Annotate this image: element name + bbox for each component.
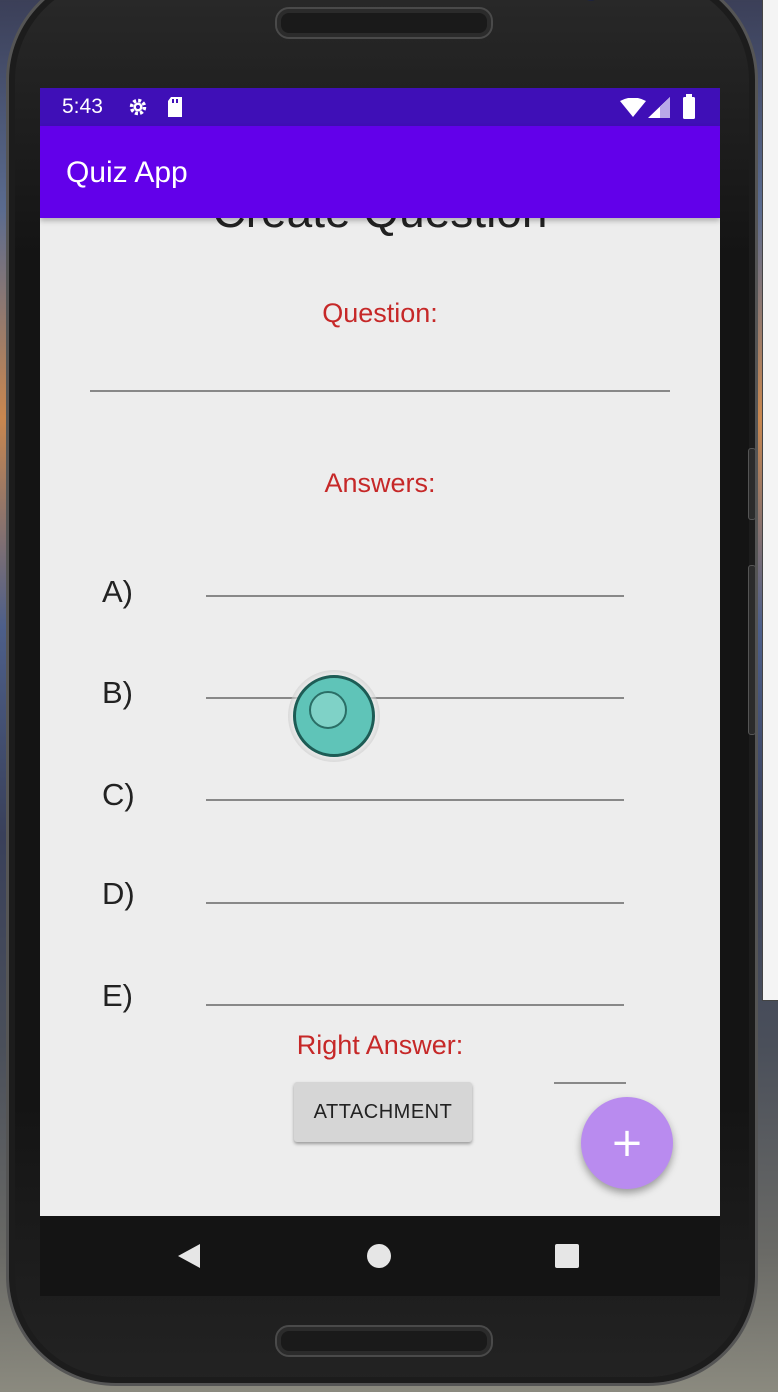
right-answer-input[interactable] — [554, 1082, 626, 1084]
volume-button — [748, 448, 756, 520]
right-answer-label: Right Answer: — [296, 1030, 464, 1060]
option-e-input[interactable] — [206, 1004, 624, 1006]
recents-button[interactable] — [551, 1240, 583, 1272]
front-camera — [583, 0, 599, 1]
status-bar: 5:43 — [40, 88, 720, 126]
add-question-fab[interactable]: + — [581, 1097, 673, 1189]
attachment-button[interactable]: ATTACHMENT — [294, 1082, 472, 1142]
signal-icon — [648, 97, 670, 118]
back-icon — [178, 1244, 200, 1268]
option-c-label: C) — [102, 777, 135, 812]
option-b-input[interactable] — [206, 697, 624, 699]
bottom-speaker — [275, 1325, 493, 1357]
device-screen: 5:43 Quiz App Create Question Question: — [40, 88, 720, 1296]
power-button — [748, 565, 756, 735]
background-window-edge — [762, 0, 778, 1001]
app-bar: Quiz App — [40, 126, 720, 218]
option-a-label: A) — [102, 574, 133, 609]
option-e-label: E) — [102, 978, 133, 1013]
battery-icon — [683, 94, 695, 119]
answers-label: Answers: — [324, 468, 436, 498]
option-d-input[interactable] — [206, 902, 624, 904]
home-button[interactable] — [363, 1240, 395, 1272]
question-label: Question: — [322, 298, 438, 328]
gear-icon — [129, 98, 147, 116]
page-title: Create Question — [40, 218, 720, 238]
option-a-input[interactable] — [206, 595, 624, 597]
question-input[interactable] — [90, 390, 670, 392]
create-question-form[interactable]: Create Question Question: Answers: A) B)… — [40, 218, 720, 1216]
home-icon — [367, 1244, 391, 1268]
plus-icon: + — [610, 1120, 644, 1166]
option-d-label: D) — [102, 876, 135, 911]
recents-icon — [555, 1244, 579, 1268]
top-speaker — [275, 7, 493, 39]
touch-indicator — [288, 670, 380, 762]
navigation-bar — [40, 1216, 720, 1296]
option-b-label: B) — [102, 675, 133, 710]
status-time: 5:43 — [62, 95, 103, 118]
touch-center — [309, 691, 347, 729]
option-c-input[interactable] — [206, 799, 624, 801]
app-title: Quiz App — [66, 156, 188, 189]
back-button[interactable] — [173, 1240, 205, 1272]
wifi-icon — [620, 98, 646, 117]
sd-card-icon — [168, 97, 182, 117]
